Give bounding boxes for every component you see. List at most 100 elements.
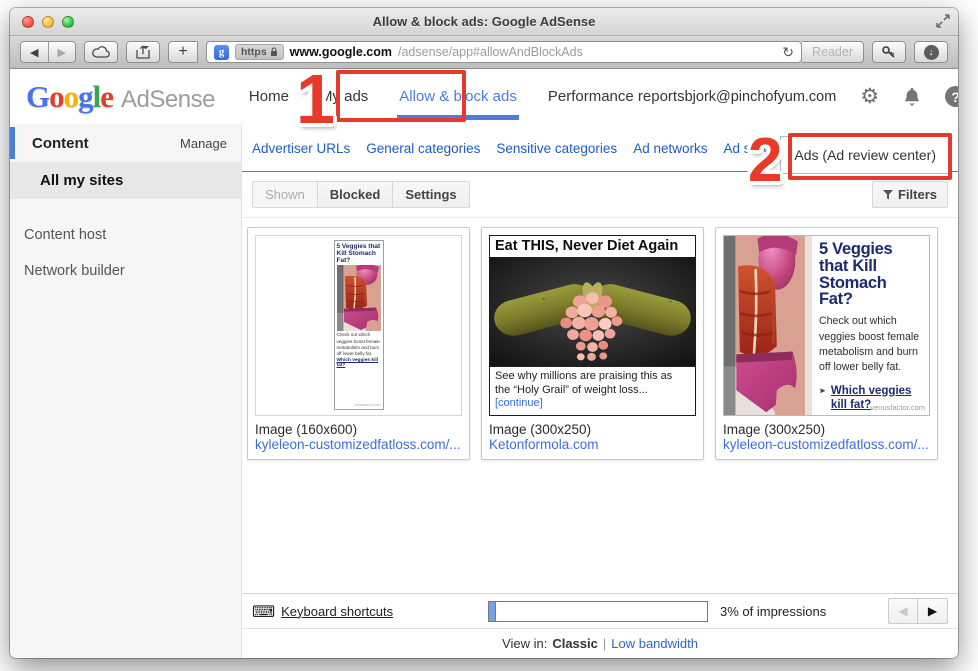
https-label: https bbox=[241, 46, 267, 58]
help-icon[interactable]: ? bbox=[945, 86, 958, 107]
zoom-button[interactable] bbox=[62, 16, 74, 28]
ad-headline: 5 Veggies that Kill Stomach Fat? bbox=[819, 241, 923, 308]
https-badge: https bbox=[235, 44, 284, 60]
subnav-advertiser-urls[interactable]: Advertiser URLs bbox=[252, 141, 350, 156]
downloads-button[interactable]: ↓ bbox=[914, 41, 948, 63]
nav-performance-reports[interactable]: Performance reports bbox=[548, 88, 685, 105]
view-footer: View in: Classic | Low bandwidth bbox=[242, 628, 958, 658]
ad-link: Which veggies kill fat? bbox=[337, 358, 381, 368]
ad-size-label: Image (160x600) bbox=[255, 422, 462, 437]
google-logo: Google bbox=[26, 79, 113, 115]
traffic-lights bbox=[22, 16, 74, 28]
keyboard-shortcuts-link[interactable]: Keyboard shortcuts bbox=[281, 604, 393, 619]
share-icon bbox=[136, 45, 150, 59]
sidebar-item-network-builder[interactable]: Network builder bbox=[10, 253, 241, 289]
window-titlebar: Allow & block ads: Google AdSense bbox=[10, 8, 958, 36]
next-page-button[interactable]: ▶ bbox=[918, 598, 948, 624]
manage-link[interactable]: Manage bbox=[180, 136, 227, 151]
url-domain: www.google.com bbox=[290, 45, 392, 59]
nav-home[interactable]: Home bbox=[249, 88, 289, 105]
resize-icon[interactable] bbox=[936, 14, 950, 28]
icloud-button[interactable] bbox=[84, 41, 118, 63]
bullet-arrow-icon: ► bbox=[819, 384, 827, 413]
view-classic-label: Classic bbox=[552, 636, 598, 651]
pagination: ◀ ▶ bbox=[888, 598, 948, 624]
ad-headline: 5 Veggies that Kill Stomach Fat? bbox=[337, 243, 381, 264]
minimize-button[interactable] bbox=[42, 16, 54, 28]
adsense-header: Google AdSense Home My ads Allow & block… bbox=[10, 69, 958, 124]
ad-body-row: See why millions are praising this as th… bbox=[490, 366, 695, 415]
screenshot-stage: Allow & block ads: Google AdSense ◀ ▶ bbox=[0, 0, 978, 671]
browser-window: Allow & block ads: Google AdSense ◀ ▶ bbox=[10, 8, 958, 658]
new-tab-button[interactable]: + bbox=[168, 41, 198, 63]
ad-url-link[interactable]: kyleleon-customizedfatloss.com/... bbox=[255, 437, 462, 452]
ad-url-link[interactable]: Ketonformola.com bbox=[489, 437, 696, 452]
gear-icon[interactable]: ⚙ bbox=[860, 86, 879, 107]
page-body: Content Manage All my sites Content host… bbox=[10, 124, 958, 658]
tab-shown[interactable]: Shown bbox=[252, 181, 318, 208]
subnav-general-categories[interactable]: General categories bbox=[366, 141, 480, 156]
account-email: bjork@pinchofyum.com bbox=[685, 89, 837, 105]
password-key-button[interactable] bbox=[872, 41, 906, 63]
sidebar-section-content: Content Manage bbox=[10, 124, 241, 162]
subnav-ad-networks[interactable]: Ad networks bbox=[633, 141, 707, 156]
ad-body-text: Check out which veggies boost female met… bbox=[819, 314, 923, 375]
footer-divider: | bbox=[603, 636, 606, 651]
key-icon bbox=[881, 45, 897, 59]
ad-preview-300x250: Eat THIS, Never Diet Again bbox=[489, 235, 696, 416]
ad-card-1[interactable]: 5 Veggies that Kill Stomach Fat? Check o… bbox=[247, 227, 470, 460]
adsense-wordmark: AdSense bbox=[121, 86, 215, 114]
download-icon: ↓ bbox=[924, 45, 939, 60]
annotation-step-2: 2 bbox=[748, 130, 782, 192]
filters-button[interactable]: Filters bbox=[872, 181, 948, 208]
impressions-label: 3% of impressions bbox=[720, 604, 826, 619]
tab-blocked[interactable]: Blocked bbox=[317, 181, 394, 208]
filter-icon bbox=[883, 190, 893, 200]
low-bandwidth-link[interactable]: Low bandwidth bbox=[611, 636, 698, 651]
browser-toolbar: ◀ ▶ + g https bbox=[10, 36, 958, 69]
torso-illustration bbox=[337, 265, 381, 331]
keyboard-icon: ⌨ bbox=[252, 602, 275, 621]
ad-card-2[interactable]: Eat THIS, Never Diet Again bbox=[481, 227, 704, 460]
progress-fill bbox=[489, 602, 496, 621]
annotation-step-1: 1 bbox=[296, 64, 335, 134]
back-button[interactable]: ◀ bbox=[21, 42, 49, 62]
lock-icon bbox=[270, 47, 278, 57]
close-button[interactable] bbox=[22, 16, 34, 28]
subnav-sensitive-categories[interactable]: Sensitive categories bbox=[496, 141, 617, 156]
sidebar-item-all-my-sites[interactable]: All my sites bbox=[10, 162, 241, 199]
content-area: Advertiser URLs General categories Sensi… bbox=[242, 124, 958, 658]
sidebar-item-content-host[interactable]: Content host bbox=[10, 217, 241, 253]
ad-url-link[interactable]: kyleleon-customizedfatloss.com/... bbox=[723, 437, 930, 452]
reader-button[interactable]: Reader bbox=[802, 41, 864, 63]
fruit-photo bbox=[490, 257, 695, 366]
sidebar-section-label: Content bbox=[32, 135, 89, 152]
ad-text-column: 5 Veggies that Kill Stomach Fat? Check o… bbox=[812, 236, 929, 415]
ad-preview-300x250: 5 Veggies that Kill Stomach Fat? Check o… bbox=[723, 235, 930, 416]
url-path: /adsense/app#allowAndBlockAds bbox=[398, 45, 583, 59]
sidebar: Content Manage All my sites Content host… bbox=[10, 124, 242, 658]
bell-icon[interactable] bbox=[903, 87, 921, 107]
impressions-progress-bar bbox=[488, 601, 708, 622]
ad-creative-skyscraper: 5 Veggies that Kill Stomach Fat? Check o… bbox=[334, 240, 384, 410]
ad-preview-160x600: 5 Veggies that Kill Stomach Fat? Check o… bbox=[255, 235, 462, 416]
shown-blocked-settings-segment: Shown Blocked Settings bbox=[252, 181, 470, 208]
sidebar-gap bbox=[10, 199, 241, 217]
tab-settings[interactable]: Settings bbox=[392, 181, 469, 208]
ad-size-label: Image (300x250) bbox=[489, 422, 696, 437]
share-button[interactable] bbox=[126, 41, 160, 63]
ad-attribution: venusfactor.com bbox=[870, 403, 925, 412]
annotation-box-ad-review-center bbox=[788, 133, 952, 180]
forward-button[interactable]: ▶ bbox=[49, 42, 76, 62]
account-area: bjork@pinchofyum.com ⚙ ? bbox=[685, 86, 958, 107]
reload-button[interactable]: ↻ bbox=[782, 44, 794, 61]
annotation-box-allow-block-ads bbox=[336, 70, 466, 122]
status-bar: ⌨ Keyboard shortcuts 3% of impressions ◀… bbox=[242, 593, 958, 628]
view-in-label: View in: bbox=[502, 636, 547, 651]
prev-page-button[interactable]: ◀ bbox=[888, 598, 918, 624]
torso-illustration bbox=[724, 236, 812, 415]
active-section-indicator bbox=[10, 127, 15, 159]
ad-body-text: See why millions are praising this as th… bbox=[495, 370, 672, 396]
ad-link[interactable]: [continue] bbox=[495, 397, 543, 409]
ad-card-3[interactable]: 5 Veggies that Kill Stomach Fat? Check o… bbox=[715, 227, 938, 460]
